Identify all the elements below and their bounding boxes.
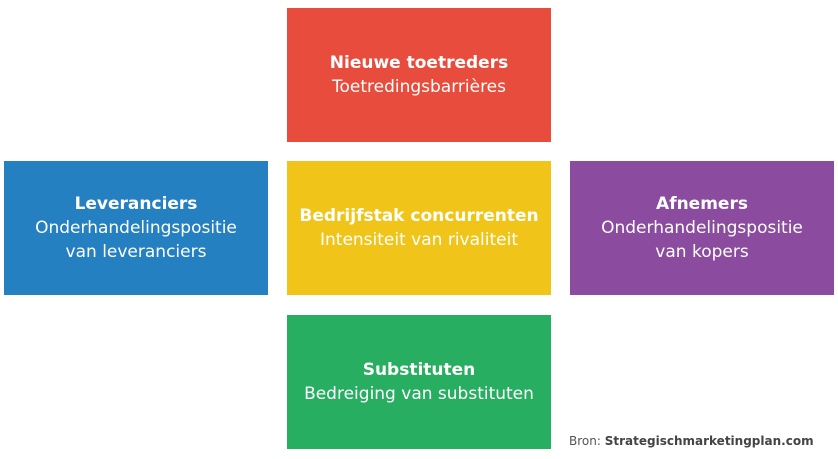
box-title: Leveranciers (74, 194, 198, 214)
source-site: Strategischmarketingplan.com (604, 434, 814, 448)
source-credit: Bron: Strategischmarketingplan.com (569, 434, 814, 448)
box-title: Substituten (362, 360, 476, 380)
box-buyers: Afnemers Onderhandelingspositie van kope… (570, 161, 834, 295)
box-new-entrants: Nieuwe toetreders Toetredingsbarrières (287, 8, 551, 142)
box-subtitle-line1: Onderhandelingspositie (601, 218, 803, 238)
box-title: Afnemers (656, 194, 748, 214)
box-subtitle: Toetredingsbarrières (331, 77, 507, 97)
box-subtitle: Intensiteit van rivaliteit (320, 230, 518, 250)
box-suppliers: Leveranciers Onderhandelingspositie van … (4, 161, 268, 295)
box-title: Nieuwe toetreders (329, 53, 509, 73)
source-label: Bron: (569, 434, 601, 448)
box-subtitle-line2: van kopers (655, 242, 749, 262)
box-subtitle-line1: Onderhandelingspositie (35, 218, 237, 238)
box-subtitle-line2: van leveranciers (65, 242, 207, 262)
box-substitutes: Substituten Bedreiging van substituten (287, 315, 551, 449)
box-industry-competitors: Bedrijfstak concurrenten Intensiteit van… (287, 161, 551, 295)
box-title: Bedrijfstak concurrenten (299, 206, 539, 226)
box-subtitle: Bedreiging van substituten (304, 384, 534, 404)
